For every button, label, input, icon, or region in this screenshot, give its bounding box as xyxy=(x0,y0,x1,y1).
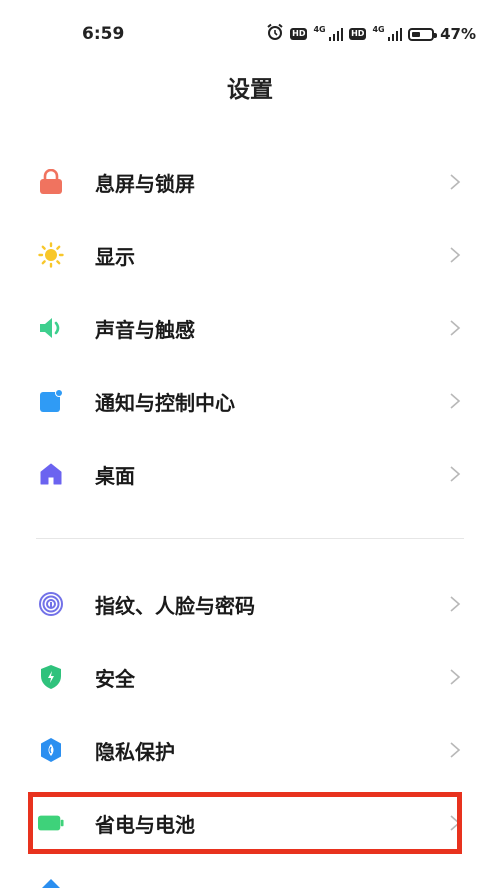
hd-badge-1: HD xyxy=(290,28,308,40)
chevron-right-icon xyxy=(450,393,461,409)
battery-percentage: 47% xyxy=(440,25,476,43)
privacy-icon xyxy=(38,737,64,763)
group-divider xyxy=(36,538,464,539)
chevron-right-icon xyxy=(450,742,461,758)
settings-item-label: 隐私保护 xyxy=(95,739,175,764)
settings-item-label: 省电与电池 xyxy=(95,812,195,837)
settings-item-label: 声音与触感 xyxy=(95,317,195,342)
page-title: 设置 xyxy=(227,77,273,103)
fingerprint-icon xyxy=(38,591,64,617)
chevron-right-icon xyxy=(450,247,461,263)
status-icons: HD 4G HD 4G 47% xyxy=(266,23,476,45)
status-bar: 6:59 HD 4G HD 4G 47% xyxy=(0,0,500,70)
lock-icon xyxy=(38,169,64,195)
home-icon xyxy=(38,461,64,487)
settings-item-label: 桌面 xyxy=(95,463,135,488)
chevron-right-icon xyxy=(450,596,461,612)
notification-icon xyxy=(38,388,64,414)
network-type-1: 4G xyxy=(313,25,326,34)
settings-item-display[interactable]: 显示 xyxy=(0,222,500,288)
chevron-right-icon xyxy=(450,174,461,190)
chevron-right-icon xyxy=(450,815,461,831)
settings-item-security[interactable]: 安全 xyxy=(0,644,500,710)
hd-badge-2: HD xyxy=(349,28,367,40)
battery-status-icon xyxy=(408,27,438,41)
settings-item-label: 通知与控制中心 xyxy=(95,390,235,415)
settings-item-label: 息屏与锁屏 xyxy=(95,171,195,196)
alarm-icon xyxy=(266,23,284,45)
settings-item-home-screen[interactable]: 桌面 xyxy=(0,441,500,507)
chevron-right-icon xyxy=(450,466,461,482)
status-time: 6:59 xyxy=(82,24,125,44)
chevron-right-icon xyxy=(450,669,461,685)
settings-item-fingerprint[interactable]: 指纹、人脸与密码 xyxy=(0,571,500,637)
settings-item-sound[interactable]: 声音与触感 xyxy=(0,295,500,361)
sun-icon xyxy=(38,242,64,268)
shield-icon xyxy=(38,664,64,690)
next-item-icon-partial xyxy=(40,878,62,888)
battery-icon xyxy=(38,810,64,836)
settings-item-label: 安全 xyxy=(95,666,135,691)
settings-item-privacy[interactable]: 隐私保护 xyxy=(0,717,500,783)
speaker-icon xyxy=(38,315,64,341)
signal-icon-1 xyxy=(328,27,344,41)
settings-item-label: 显示 xyxy=(95,244,135,269)
settings-item-lock-screen[interactable]: 息屏与锁屏 xyxy=(0,149,500,215)
settings-item-notifications[interactable]: 通知与控制中心 xyxy=(0,368,500,434)
settings-item-battery[interactable]: 省电与电池 xyxy=(0,790,500,856)
signal-icon-2 xyxy=(387,27,403,41)
settings-item-label: 指纹、人脸与密码 xyxy=(95,593,255,618)
chevron-right-icon xyxy=(450,320,461,336)
network-type-2: 4G xyxy=(372,25,385,34)
